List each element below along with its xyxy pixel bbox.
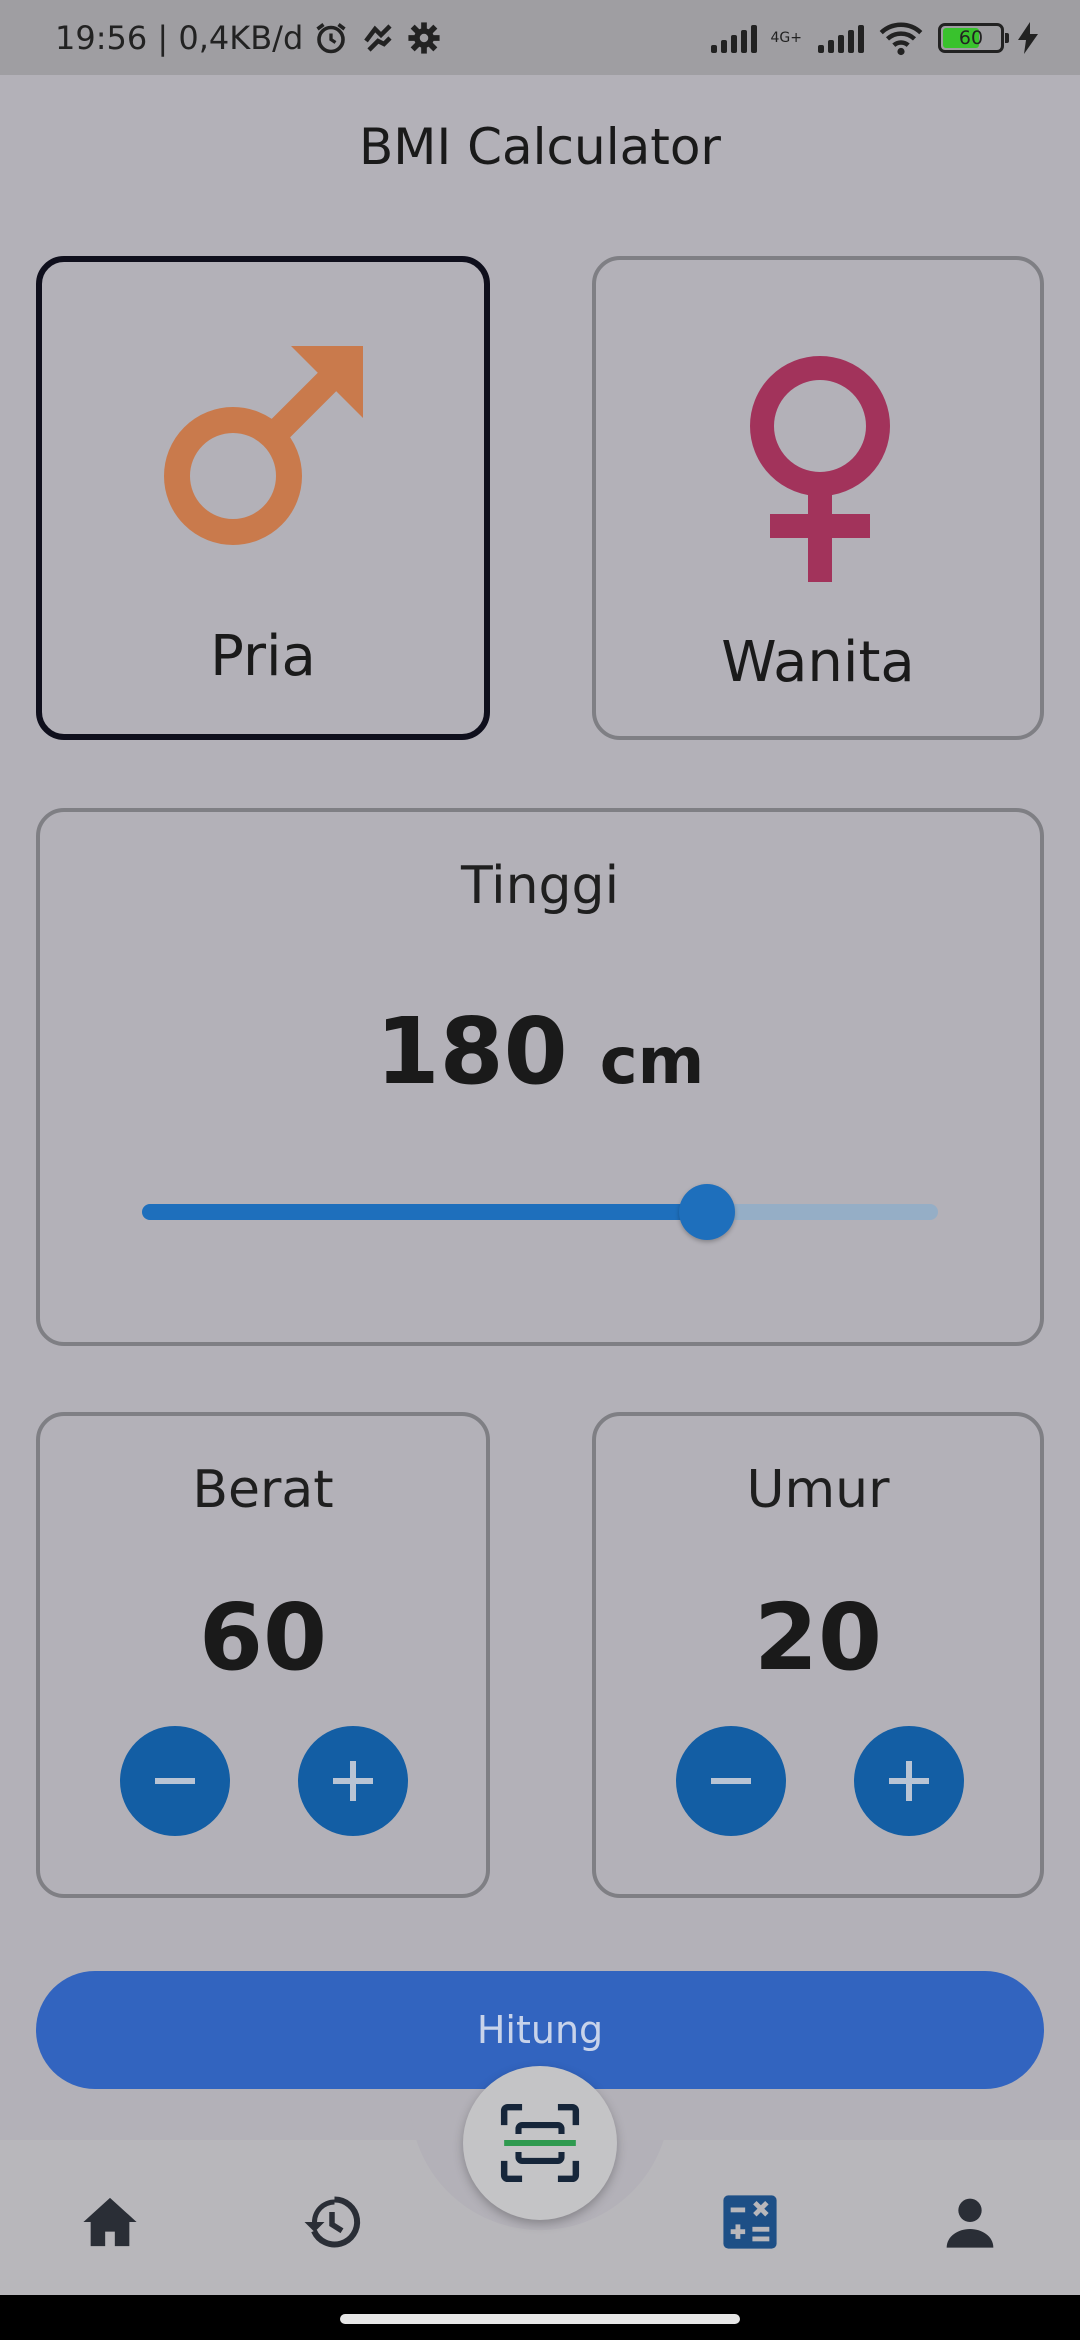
weight-value: 60 <box>198 1584 328 1691</box>
history-icon <box>304 2196 361 2248</box>
height-value-display: 180 cm <box>40 998 1040 1105</box>
height-card: Tinggi 180 cm <box>36 808 1044 1346</box>
age-card: Umur 20 <box>592 1412 1044 1898</box>
slider-thumb[interactable] <box>679 1184 736 1240</box>
network-type-label: 4G+ <box>770 29 803 46</box>
nav-home[interactable] <box>70 2182 150 2262</box>
gender-card-male[interactable]: Pria <box>36 256 490 740</box>
profile-icon <box>946 2198 994 2248</box>
calculator-icon <box>723 2195 777 2249</box>
plus-icon <box>333 1761 373 1801</box>
charging-icon <box>1018 21 1038 54</box>
height-value: 180 <box>375 998 568 1105</box>
weight-increment-button[interactable] <box>298 1726 408 1836</box>
battery-icon: 60 <box>938 22 1009 53</box>
wifi-icon <box>879 21 923 55</box>
slider-active-track <box>142 1204 708 1220</box>
settings-icon <box>408 21 440 54</box>
height-label: Tinggi <box>460 856 620 916</box>
weight-card: Berat 60 <box>36 1412 490 1898</box>
nav-profile[interactable] <box>930 2182 1010 2262</box>
height-unit: cm <box>599 1025 705 1099</box>
age-decrement-button[interactable] <box>676 1726 786 1836</box>
gender-card-female[interactable]: Wanita <box>592 256 1044 740</box>
nav-history[interactable] <box>292 2182 372 2262</box>
gender-label-male: Pria <box>210 624 316 689</box>
age-label: Umur <box>746 1460 890 1520</box>
home-icon <box>83 2197 137 2247</box>
alarm-icon <box>316 22 346 53</box>
health-icon <box>364 23 392 52</box>
signal-icon-2 <box>818 23 864 53</box>
home-indicator[interactable] <box>340 2314 740 2324</box>
page-title: BMI Calculator <box>359 118 721 176</box>
status-time-speed: 19:56 | 0,4KB/d <box>55 18 304 57</box>
scan-button[interactable] <box>463 2066 617 2220</box>
plus-icon <box>889 1761 929 1801</box>
age-increment-button[interactable] <box>854 1726 964 1836</box>
weight-decrement-button[interactable] <box>120 1726 230 1836</box>
gender-label-female: Wanita <box>721 630 915 695</box>
male-icon <box>164 346 363 545</box>
battery-level: 60 <box>958 26 984 49</box>
minus-icon <box>711 1778 751 1784</box>
nav-calculator[interactable] <box>710 2182 790 2262</box>
female-icon <box>750 356 890 582</box>
status-bar: 19:56 | 0,4KB/d 4G+ 60 <box>0 0 1080 75</box>
signal-icon <box>710 23 757 53</box>
height-slider[interactable] <box>142 1184 938 1240</box>
age-value: 20 <box>753 1584 883 1691</box>
minus-icon <box>155 1778 195 1784</box>
scan-icon <box>500 2103 580 2183</box>
weight-label: Berat <box>192 1460 334 1520</box>
